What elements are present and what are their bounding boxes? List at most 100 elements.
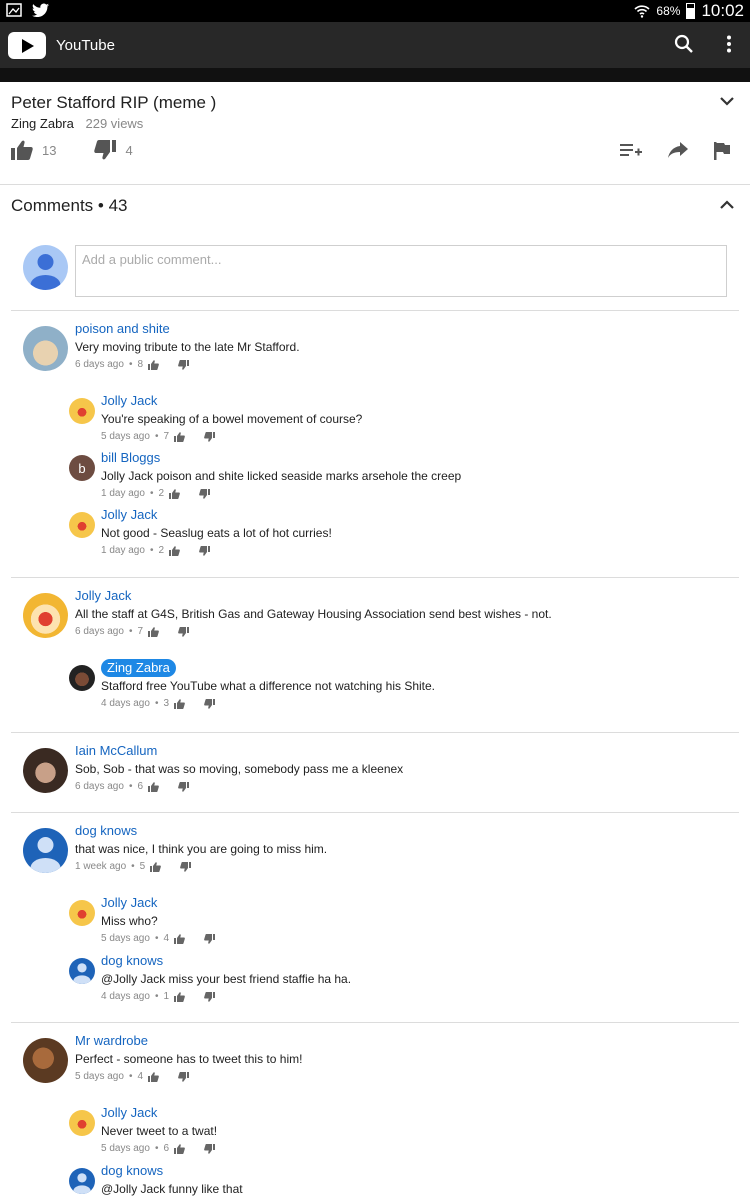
more-vert-icon[interactable] bbox=[726, 35, 732, 53]
comment-text: Perfect - someone has to tweet this to h… bbox=[75, 1052, 303, 1066]
add-to-playlist-icon[interactable] bbox=[620, 142, 642, 158]
commenter-avatar[interactable] bbox=[69, 398, 95, 424]
comment-author[interactable]: Jolly Jack bbox=[101, 894, 215, 912]
divider bbox=[11, 310, 739, 311]
thumbs-up-icon[interactable] bbox=[174, 992, 185, 1002]
comment-text: Not good - Seaslug eats a lot of hot cur… bbox=[101, 526, 332, 540]
commenter-avatar[interactable] bbox=[23, 1038, 68, 1083]
comment-author[interactable]: Jolly Jack bbox=[101, 506, 332, 524]
thumbs-up-icon[interactable] bbox=[11, 140, 33, 160]
commenter-avatar[interactable] bbox=[23, 593, 68, 638]
comment-author[interactable]: dog knows bbox=[101, 952, 351, 970]
thumbs-down-icon[interactable] bbox=[94, 140, 117, 160]
thumbs-down-icon[interactable] bbox=[178, 627, 190, 637]
thumbs-down-icon[interactable] bbox=[178, 1072, 190, 1082]
commenter-avatar[interactable] bbox=[69, 958, 95, 984]
share-icon[interactable] bbox=[668, 142, 688, 158]
comment-meta: 6 days ago • 8 bbox=[75, 356, 300, 374]
thumbs-up-icon[interactable] bbox=[174, 432, 185, 442]
youtube-logo-icon[interactable] bbox=[8, 32, 46, 59]
comment-text: Very moving tribute to the late Mr Staff… bbox=[75, 340, 300, 354]
comment-meta: 1 day ago • 2 bbox=[101, 542, 332, 560]
comment-author[interactable]: Jolly Jack bbox=[75, 587, 552, 605]
comment-like-count: 8 bbox=[137, 359, 144, 370]
thumbs-up-icon[interactable] bbox=[148, 360, 159, 370]
person-icon bbox=[73, 1173, 91, 1194]
comment-like-count: 2 bbox=[158, 488, 165, 499]
thumbs-down-icon[interactable] bbox=[204, 992, 216, 1002]
comment-time: 1 week ago bbox=[75, 861, 127, 872]
comment-text: Miss who? bbox=[101, 914, 158, 928]
thumbs-down-icon[interactable] bbox=[204, 934, 216, 944]
comment-time: 6 days ago bbox=[75, 359, 124, 370]
thumbs-down-icon[interactable] bbox=[204, 432, 216, 442]
collapse-chevron-up-icon[interactable] bbox=[720, 200, 734, 210]
commenter-avatar[interactable] bbox=[23, 828, 68, 873]
thumbs-up-icon[interactable] bbox=[169, 546, 180, 556]
divider bbox=[11, 577, 739, 578]
video-meta: Zing Zabra 229 views bbox=[11, 116, 143, 131]
thumbs-up-icon[interactable] bbox=[148, 782, 159, 792]
comment-meta: 6 days ago • 7 bbox=[75, 623, 552, 641]
thumbs-down-icon[interactable] bbox=[180, 862, 192, 872]
comment-like-count: 7 bbox=[137, 626, 144, 637]
comment-time: 1 day ago bbox=[101, 545, 145, 556]
add-comment-input[interactable]: Add a public comment... bbox=[75, 245, 727, 297]
divider bbox=[11, 1022, 739, 1023]
thumbs-down-icon[interactable] bbox=[199, 489, 211, 499]
commenter-avatar[interactable] bbox=[69, 1110, 95, 1136]
dislike-count: 4 bbox=[125, 142, 133, 158]
commenter-avatar[interactable] bbox=[69, 900, 95, 926]
comment-text: Jolly Jack poison and shite licked seasi… bbox=[101, 469, 462, 483]
commenter-avatar[interactable]: b bbox=[69, 455, 95, 481]
commenter-avatar[interactable] bbox=[69, 665, 95, 691]
video-actions bbox=[620, 142, 730, 160]
divider bbox=[11, 812, 739, 813]
comment-like-count: 7 bbox=[163, 431, 170, 442]
thumbs-up-icon[interactable] bbox=[174, 699, 185, 709]
wifi-icon bbox=[634, 5, 650, 18]
thumbs-up-icon[interactable] bbox=[148, 1072, 159, 1082]
thumbs-up-icon[interactable] bbox=[169, 489, 180, 499]
commenter-avatar[interactable] bbox=[23, 748, 68, 793]
battery-percent: 68% bbox=[656, 4, 681, 18]
expand-chevron-down-icon[interactable] bbox=[720, 96, 734, 106]
thumbs-down-icon[interactable] bbox=[204, 699, 216, 709]
comment-meta: 5 days ago • 4 bbox=[101, 930, 216, 948]
comment-author[interactable]: bill Bloggs bbox=[101, 449, 461, 467]
comment-author[interactable]: poison and shite bbox=[75, 320, 300, 338]
comment-author[interactable]: Iain McCallum bbox=[75, 742, 403, 760]
thumbs-up-icon[interactable] bbox=[150, 862, 162, 872]
person-icon bbox=[30, 254, 61, 290]
comment-author[interactable]: dog knows bbox=[75, 822, 327, 840]
thumbs-up-icon[interactable] bbox=[174, 934, 185, 944]
video-player-edge[interactable] bbox=[0, 68, 750, 82]
comment-author[interactable]: Jolly Jack bbox=[101, 392, 362, 410]
thumbs-down-icon[interactable] bbox=[199, 546, 211, 556]
flag-icon[interactable] bbox=[714, 142, 730, 160]
clock: 10:02 bbox=[701, 1, 744, 20]
comment-author[interactable]: dog knows bbox=[101, 1162, 243, 1180]
search-icon[interactable] bbox=[674, 34, 694, 54]
comment-meta: 1 day ago • 2 bbox=[101, 485, 461, 503]
commenter-avatar[interactable] bbox=[69, 512, 95, 538]
thumbs-down-icon[interactable] bbox=[178, 782, 190, 792]
divider bbox=[11, 732, 739, 733]
thumbs-down-icon[interactable] bbox=[204, 1144, 216, 1154]
channel-name[interactable]: Zing Zabra bbox=[11, 116, 74, 131]
comments-header: Comments • 43 bbox=[11, 196, 128, 215]
commenter-avatar[interactable] bbox=[23, 326, 68, 371]
comment-author[interactable]: Mr wardrobe bbox=[75, 1032, 302, 1050]
comment-text: All the staff at G4S, British Gas and Ga… bbox=[75, 607, 552, 621]
thumbs-up-icon[interactable] bbox=[174, 1144, 185, 1154]
commenter-avatar[interactable] bbox=[69, 1168, 95, 1194]
comment-like-count: 4 bbox=[137, 1071, 144, 1082]
comment-text: that was nice, I think you are going to … bbox=[75, 842, 328, 856]
user-avatar bbox=[23, 245, 68, 290]
comment-meta: 6 days ago • 6 bbox=[75, 778, 403, 796]
like-count: 13 bbox=[42, 142, 57, 158]
thumbs-up-icon[interactable] bbox=[148, 627, 159, 637]
comment-author[interactable]: Jolly Jack bbox=[101, 1104, 217, 1122]
thumbs-down-icon[interactable] bbox=[178, 360, 190, 370]
comment-author-owner-badge[interactable]: Zing Zabra bbox=[101, 659, 176, 677]
